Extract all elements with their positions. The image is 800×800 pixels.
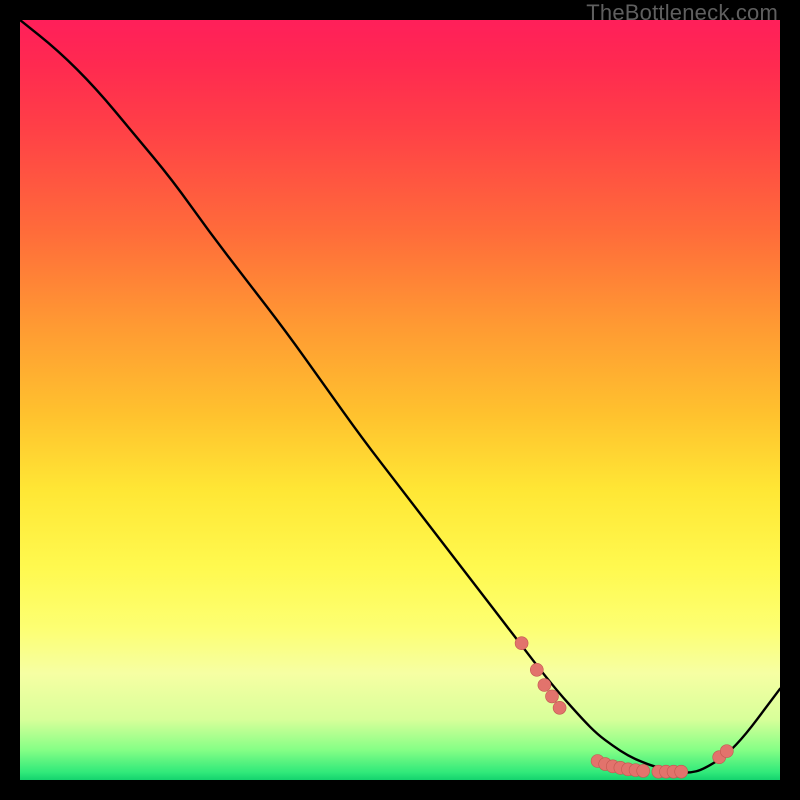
chart-svg	[20, 20, 780, 780]
curve-marker	[515, 637, 528, 650]
curve-marker	[538, 679, 551, 692]
curve-marker	[546, 690, 559, 703]
bottleneck-curve	[20, 20, 780, 773]
curve-marker	[553, 701, 566, 714]
chart-frame: TheBottleneck.com	[0, 0, 800, 800]
curve-marker	[720, 745, 733, 758]
chart-plot-area	[20, 20, 780, 780]
curve-marker	[530, 663, 543, 676]
curve-marker	[637, 764, 650, 777]
curve-markers	[515, 637, 733, 778]
attribution-watermark: TheBottleneck.com	[586, 0, 778, 26]
curve-marker	[675, 765, 688, 778]
